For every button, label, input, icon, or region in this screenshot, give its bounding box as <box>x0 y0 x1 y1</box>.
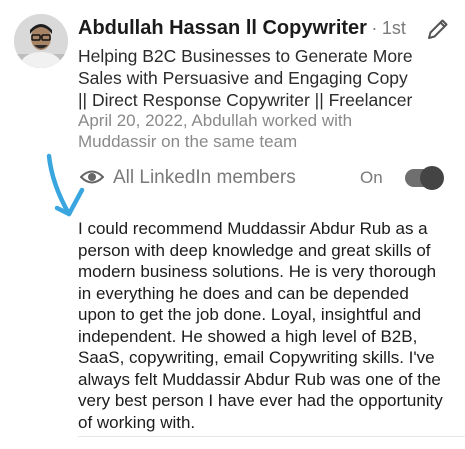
author-header: Abdullah Hassan ll Copywriter · 1st <box>78 17 413 40</box>
avatar[interactable] <box>14 14 68 68</box>
connection-degree: 1st <box>381 18 406 38</box>
recommendation-meta: April 20, 2022, Abdullah worked with Mud… <box>78 111 353 151</box>
visibility-toggle[interactable] <box>405 166 444 190</box>
visibility-label: All LinkedIn members <box>113 167 296 188</box>
recommendation-card: Abdullah Hassan ll Copywriter · 1st Help… <box>0 0 465 449</box>
author-name[interactable]: Abdullah Hassan ll Copywriter <box>78 17 367 39</box>
degree-separator: · <box>371 18 378 38</box>
edit-button[interactable] <box>425 16 451 42</box>
divider <box>78 436 465 437</box>
pencil-icon <box>428 19 448 39</box>
eye-icon <box>80 170 104 184</box>
author-headline: Helping B2C Businesses to Generate More … <box>78 46 413 110</box>
arrow-annotation <box>46 153 85 217</box>
recommendation-text: I could recommend Muddassir Abdur Rub as… <box>78 219 443 432</box>
toggle-state-label: On <box>360 168 383 187</box>
avatar-image <box>14 14 68 68</box>
toggle-knob[interactable] <box>420 166 444 190</box>
